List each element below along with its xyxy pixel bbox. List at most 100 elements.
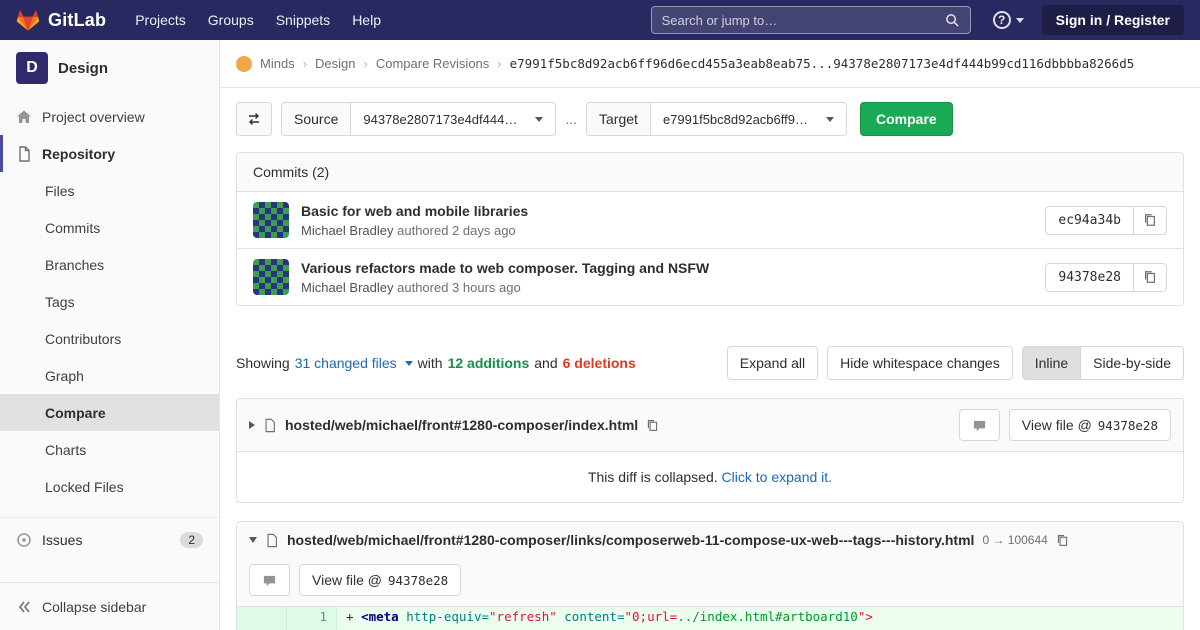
diff-added-line: 1 + <meta http-equiv="refresh" content="… bbox=[237, 607, 1183, 627]
breadcrumb-current-range: e7991f5bc8d92acb6ff96d6ecd455a3eab8eab75… bbox=[510, 56, 1135, 71]
copy-icon[interactable] bbox=[646, 419, 659, 432]
breadcrumb-group[interactable]: Minds bbox=[260, 56, 295, 71]
diff-stats-bar: Showing 31 changed files with 12 additio… bbox=[236, 346, 1184, 380]
sidebar-item-issues[interactable]: Issues 2 bbox=[0, 517, 219, 561]
source-ref-value: 94378e2807173e4df444… bbox=[363, 112, 517, 127]
gitlab-logo[interactable]: GitLab bbox=[16, 8, 106, 32]
sidebar-item-commits[interactable]: Commits bbox=[0, 209, 219, 246]
copy-sha-button[interactable] bbox=[1134, 206, 1167, 235]
expand-diff-link[interactable]: Click to expand it. bbox=[722, 469, 833, 485]
nav-item-projects[interactable]: Projects bbox=[124, 0, 197, 40]
breadcrumb-separator: › bbox=[303, 56, 307, 71]
sidebar-item-label: Issues bbox=[42, 532, 82, 548]
collapsed-diff-message: This diff is collapsed. Click to expand … bbox=[237, 452, 1183, 502]
commits-panel-title: Commits (2) bbox=[237, 153, 1183, 192]
collapsed-text: This diff is collapsed. bbox=[588, 469, 718, 485]
sidebar-item-charts[interactable]: Charts bbox=[0, 431, 219, 468]
comment-icon bbox=[972, 418, 987, 433]
view-file-sha: 94378e28 bbox=[1098, 418, 1158, 433]
chevron-down-icon[interactable] bbox=[405, 361, 413, 366]
commit-info: Various refactors made to web composer. … bbox=[301, 260, 1033, 295]
nav-item-groups[interactable]: Groups bbox=[197, 0, 265, 40]
swap-icon bbox=[246, 111, 262, 127]
sidebar-item-branches[interactable]: Branches bbox=[0, 246, 219, 283]
commit-author-link[interactable]: Michael Bradley bbox=[301, 280, 394, 295]
sidebar-item-contributors[interactable]: Contributors bbox=[0, 320, 219, 357]
file-path[interactable]: hosted/web/michael/front#1280-composer/l… bbox=[287, 532, 974, 548]
breadcrumb-compare[interactable]: Compare Revisions bbox=[376, 56, 489, 71]
help-dropdown[interactable]: ? bbox=[993, 11, 1024, 29]
chevron-down-icon bbox=[826, 117, 834, 122]
source-ref-dropdown[interactable]: 94378e2807173e4df444… bbox=[350, 102, 556, 136]
sidebar-item-compare[interactable]: Compare bbox=[0, 394, 219, 431]
sidebar-item-overview[interactable]: Project overview bbox=[0, 98, 219, 135]
view-file-button[interactable]: View file @ 94378e28 bbox=[299, 564, 461, 596]
search-input[interactable] bbox=[662, 13, 937, 28]
commits-panel: Commits (2) Basic for web and mobile lib… bbox=[236, 152, 1184, 306]
copy-sha-button[interactable] bbox=[1134, 263, 1167, 292]
collapse-caret-icon[interactable] bbox=[249, 421, 255, 429]
top-navbar: GitLab Projects Groups Snippets Help ? S… bbox=[0, 0, 1200, 40]
new-line-number[interactable]: 1 bbox=[287, 607, 337, 627]
target-ref-group: Target e7991f5bc8d92acb6ff9… bbox=[586, 102, 847, 136]
compare-button[interactable]: Compare bbox=[860, 102, 953, 136]
nav-item-snippets[interactable]: Snippets bbox=[265, 0, 341, 40]
help-icon: ? bbox=[993, 11, 1011, 29]
range-separator: ... bbox=[565, 111, 577, 127]
copy-icon[interactable] bbox=[1056, 534, 1069, 547]
nav-item-help[interactable]: Help bbox=[341, 0, 392, 40]
swap-revisions-button[interactable] bbox=[236, 102, 272, 136]
chevron-down-icon bbox=[1016, 18, 1024, 23]
with-label: with bbox=[418, 355, 443, 371]
deletions-count: 6 deletions bbox=[563, 355, 636, 371]
collapse-sidebar-button[interactable]: Collapse sidebar bbox=[0, 582, 219, 630]
group-avatar bbox=[236, 56, 252, 72]
search-icon bbox=[945, 13, 960, 28]
target-ref-dropdown[interactable]: e7991f5bc8d92acb6ff9… bbox=[650, 102, 847, 136]
breadcrumb-project[interactable]: Design bbox=[315, 56, 355, 71]
breadcrumb-separator: › bbox=[364, 56, 368, 71]
search-box[interactable] bbox=[651, 6, 971, 34]
toggle-comments-button[interactable] bbox=[959, 409, 1000, 441]
code-token: ../index.html#artboard10 bbox=[677, 609, 858, 624]
home-icon bbox=[16, 109, 32, 125]
expand-all-button[interactable]: Expand all bbox=[727, 346, 818, 380]
commit-title[interactable]: Basic for web and mobile libraries bbox=[301, 203, 1033, 219]
project-context[interactable]: D Design bbox=[0, 40, 219, 98]
diff-file-header: hosted/web/michael/front#1280-composer/l… bbox=[237, 522, 1183, 607]
file-icon bbox=[265, 533, 279, 548]
diff-file-panel: hosted/web/michael/front#1280-composer/l… bbox=[236, 521, 1184, 630]
sidebar-item-tags[interactable]: Tags bbox=[0, 283, 219, 320]
additions-count: 12 additions bbox=[448, 355, 530, 371]
side-by-side-view-button[interactable]: Side-by-side bbox=[1081, 346, 1184, 380]
commit-row: Basic for web and mobile libraries Micha… bbox=[237, 192, 1183, 249]
view-file-button[interactable]: View file @ 94378e28 bbox=[1009, 409, 1171, 441]
avatar bbox=[253, 202, 289, 238]
file-actions: View file @ 94378e28 bbox=[959, 409, 1171, 441]
sign-in-button[interactable]: Sign in / Register bbox=[1042, 5, 1184, 35]
commit-title[interactable]: Various refactors made to web composer. … bbox=[301, 260, 1033, 276]
commit-author-link[interactable]: Michael Bradley bbox=[301, 223, 394, 238]
hide-whitespace-button[interactable]: Hide whitespace changes bbox=[827, 346, 1013, 380]
inline-view-button[interactable]: Inline bbox=[1022, 346, 1081, 380]
issues-count-badge: 2 bbox=[180, 532, 203, 548]
collapse-caret-icon[interactable] bbox=[249, 537, 257, 543]
target-label: Target bbox=[586, 102, 650, 136]
target-ref-value: e7991f5bc8d92acb6ff9… bbox=[663, 112, 808, 127]
sidebar-item-locked-files[interactable]: Locked Files bbox=[0, 468, 219, 505]
comment-icon bbox=[262, 573, 277, 588]
view-file-label: View file @ bbox=[1022, 417, 1092, 433]
sidebar-item-repository[interactable]: Repository bbox=[0, 135, 219, 172]
changed-files-dropdown[interactable]: 31 changed files bbox=[295, 355, 397, 371]
breadcrumb-separator: › bbox=[497, 56, 501, 71]
issues-icon bbox=[16, 532, 32, 548]
code-token: "refresh" bbox=[489, 609, 557, 624]
file-path[interactable]: hosted/web/michael/front#1280-composer/i… bbox=[285, 417, 638, 433]
code-token: "> bbox=[858, 609, 873, 624]
tanuki-icon bbox=[16, 8, 40, 32]
diff-view-toggle: Inline Side-by-side bbox=[1022, 346, 1184, 380]
sidebar-item-files[interactable]: Files bbox=[0, 172, 219, 209]
sidebar-item-graph[interactable]: Graph bbox=[0, 357, 219, 394]
old-line-number[interactable] bbox=[237, 607, 287, 627]
toggle-comments-button[interactable] bbox=[249, 564, 290, 596]
